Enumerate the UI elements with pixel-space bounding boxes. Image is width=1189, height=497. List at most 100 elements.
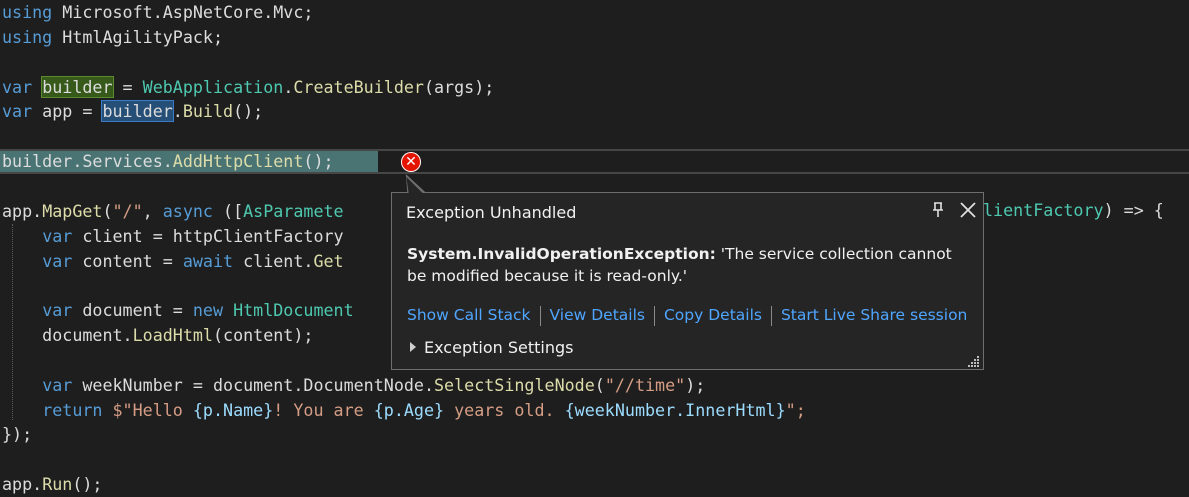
code-token: AsParamete xyxy=(243,200,344,221)
code-line: using Microsoft.AspNetCore.Mvc; xyxy=(2,0,313,24)
link-separator xyxy=(539,305,541,326)
code-token: LoadHtml xyxy=(132,325,213,346)
code-token: = xyxy=(112,76,143,97)
code-line: var weekNumber = document.DocumentNode.S… xyxy=(2,373,705,397)
code-token: document = xyxy=(72,300,193,321)
popup-action-links: Show Call Stack View Details Copy Details S… xyxy=(407,304,967,328)
code-token: builder.Services. xyxy=(2,151,173,172)
code-token: ( xyxy=(594,374,605,395)
code-token: app. xyxy=(2,200,43,221)
code-token: builder xyxy=(101,100,174,123)
code-token: . xyxy=(172,101,183,122)
code-line: app.MapGet("/", async ([AsParamete xyxy=(2,199,344,223)
expand-triangle-icon xyxy=(410,342,416,352)
code-token: , xyxy=(142,200,163,221)
code-token: . xyxy=(283,76,294,97)
copy-details-link[interactable]: Copy Details xyxy=(664,306,762,324)
code-token: ([ xyxy=(212,200,244,221)
code-token: new xyxy=(192,300,224,321)
code-token: var xyxy=(42,374,73,395)
exception-settings-label: Exception Settings xyxy=(424,338,574,357)
code-token: var xyxy=(42,300,73,321)
show-call-stack-link[interactable]: Show Call Stack xyxy=(407,306,531,324)
code-token: Build xyxy=(182,101,234,122)
code-token: using xyxy=(2,2,53,22)
code-token: (); xyxy=(303,151,334,172)
code-token: var xyxy=(42,225,73,246)
exception-message: System.InvalidOperationException: 'The s… xyxy=(407,243,967,287)
code-token: (args); xyxy=(423,76,495,97)
popup-title: Exception Unhandled xyxy=(406,203,577,222)
error-glyph-icon[interactable]: ✕ xyxy=(401,152,421,172)
resize-grip-icon[interactable] xyxy=(966,352,980,367)
code-line: builder.Services.AddHttpClient(); xyxy=(2,149,334,173)
code-token: WebApplication xyxy=(142,76,284,97)
code-token: {weekNumber.InnerHtml} xyxy=(564,399,786,420)
code-token: var xyxy=(2,101,33,122)
code-token: weekNumber = document.DocumentNode. xyxy=(72,374,435,395)
code-token: builder xyxy=(41,75,114,98)
exception-type: System.InvalidOperationException: xyxy=(407,245,716,263)
code-token: SelectSingleNode xyxy=(434,374,595,395)
code-line: using HtmlAgilityPack; xyxy=(2,25,223,49)
code-line: var app = builder.Build(); xyxy=(2,99,263,123)
code-token: ! You are xyxy=(273,399,374,420)
code-line: var content = await client.Get xyxy=(2,249,344,273)
close-icon[interactable] xyxy=(958,200,978,220)
code-token: content = xyxy=(72,250,183,271)
code-editor[interactable]: using Microsoft.AspNetCore.Mvc; using Htm… xyxy=(0,0,1189,497)
code-token: document. xyxy=(2,325,133,346)
code-line: }); xyxy=(2,422,32,446)
code-token: CreateBuilder xyxy=(293,76,424,97)
code-token: "; xyxy=(785,399,806,420)
code-token: var xyxy=(42,250,73,271)
code-token: ); xyxy=(685,374,706,395)
code-token: {p.Age} xyxy=(373,399,445,420)
code-token: AddHttpClient xyxy=(172,151,304,172)
code-token: ) => { xyxy=(1103,200,1164,220)
code-token: (content); xyxy=(212,325,314,346)
code-token: (); xyxy=(72,474,103,495)
code-line: var document = new HtmlDocument xyxy=(2,298,354,322)
code-token: async xyxy=(162,200,213,221)
code-token: years old. xyxy=(444,399,565,420)
link-separator xyxy=(653,305,655,326)
pin-icon[interactable] xyxy=(928,200,948,220)
view-details-link[interactable]: View Details xyxy=(550,306,645,324)
code-token: (); xyxy=(233,101,264,122)
code-line: var client = httpClientFactory xyxy=(2,224,344,248)
code-token: client = httpClientFactory xyxy=(72,225,344,246)
code-token: "//time" xyxy=(604,374,686,395)
code-line: var builder = WebApplication.CreateBuild… xyxy=(2,75,494,99)
code-token: HtmlAgilityPack; xyxy=(52,26,224,47)
code-token: Run xyxy=(42,474,73,495)
code-token: {p.Name} xyxy=(192,399,274,420)
code-token: MapGet xyxy=(42,200,103,221)
code-token: return xyxy=(42,399,103,420)
code-line: document.LoadHtml(content); xyxy=(2,323,313,347)
code-token: HtmlDocument xyxy=(233,300,354,321)
start-live-share-link[interactable]: Start Live Share session xyxy=(781,306,967,324)
code-token: await xyxy=(182,250,234,271)
exception-helper-popup: Exception Unhandled System.InvalidOperat… xyxy=(391,192,984,370)
code-token: Microsoft.AspNetCore.Mvc; xyxy=(52,2,314,22)
code-token: ( xyxy=(102,200,113,221)
code-token: var xyxy=(2,76,33,97)
link-separator xyxy=(770,305,772,326)
code-token: $"Hello xyxy=(112,399,193,420)
code-token: using xyxy=(2,26,53,47)
code-line-tail: lientFactory) => { xyxy=(983,198,1164,222)
code-token: lientFactory xyxy=(983,200,1104,220)
exception-settings-toggle[interactable]: Exception Settings xyxy=(410,337,573,359)
code-token: client. xyxy=(233,250,314,271)
code-line: return $"Hello {p.Name}! You are {p.Age}… xyxy=(2,398,806,422)
code-token: "/" xyxy=(112,200,143,221)
code-line: app.Run(); xyxy=(2,472,102,496)
code-token: Get xyxy=(313,250,344,271)
code-token: app. xyxy=(2,474,43,495)
